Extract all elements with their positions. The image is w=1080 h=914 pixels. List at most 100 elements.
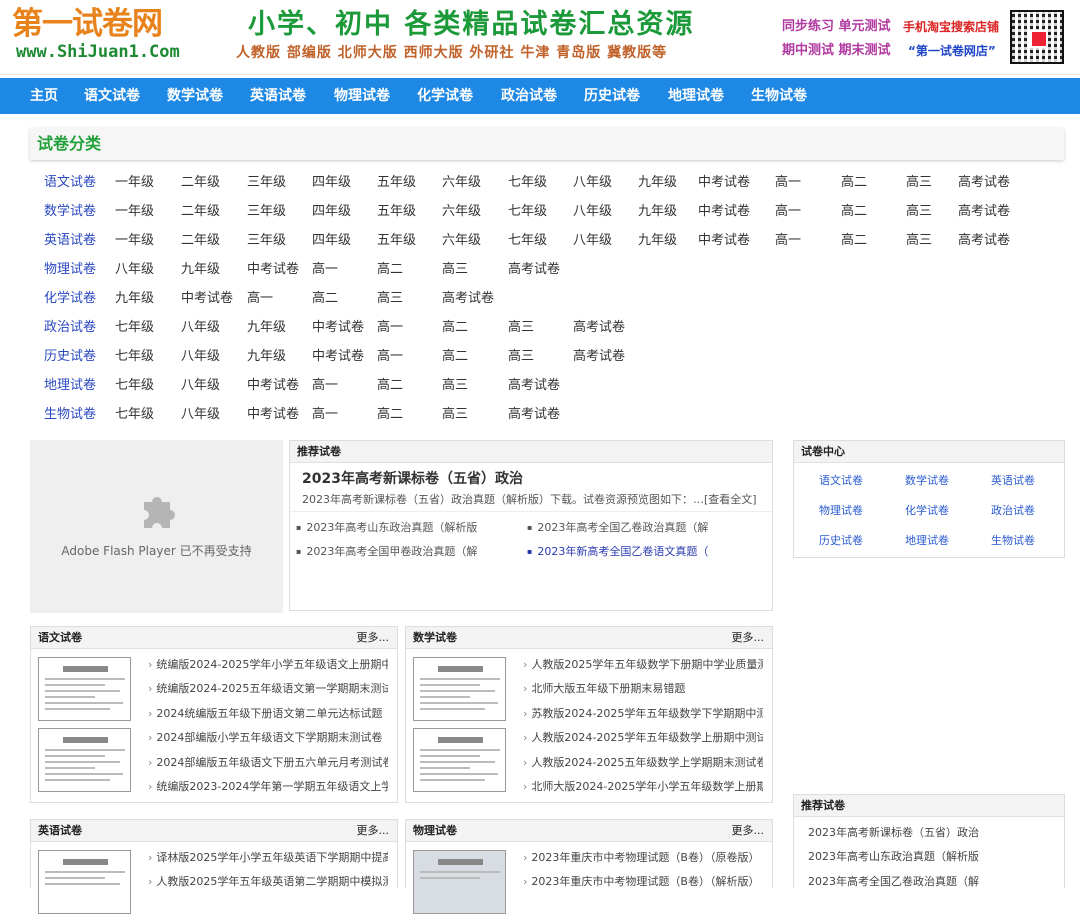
category-grade-link[interactable]: 高二 [442, 347, 468, 367]
category-grade-link[interactable]: 六年级 [442, 231, 481, 251]
category-grade-link[interactable]: 七年级 [115, 376, 154, 396]
category-grade-link[interactable]: 三年级 [247, 231, 286, 251]
category-grade-link[interactable]: 二年级 [181, 231, 220, 251]
category-grade-link[interactable]: 高三 [906, 202, 932, 222]
category-grade-link[interactable]: 高三 [906, 231, 932, 251]
side-recommended-link[interactable]: 2023年高考山东政治真题（解析版 [808, 849, 979, 865]
category-grade-link[interactable]: 七年级 [115, 347, 154, 367]
exam-thumbnail[interactable] [38, 657, 131, 721]
recommended-link[interactable]: 2023年新高考全国乙卷语文真题（ [527, 544, 708, 560]
category-grade-link[interactable]: 高一 [775, 231, 801, 251]
category-grade-link[interactable]: 高一 [377, 318, 403, 338]
exam-link[interactable]: 北师大版五年级下册期末易错题 [523, 681, 763, 697]
category-subject-link[interactable]: 地理试卷 [44, 376, 96, 396]
category-grade-link[interactable]: 五年级 [377, 173, 416, 193]
center-link[interactable]: 语文试卷 [819, 473, 863, 489]
category-grade-link[interactable]: 二年级 [181, 202, 220, 222]
category-grade-link[interactable]: 中考试卷 [698, 202, 750, 222]
exam-link[interactable]: 北师大版2024-2025学年小学五年级数学上册期 [523, 779, 763, 795]
exam-link[interactable]: 人教版2024-2025五年级数学上学期期末测试卷 [523, 755, 763, 771]
category-grade-link[interactable]: 中考试卷 [312, 347, 364, 367]
exam-link[interactable]: 译林版2025学年小学五年级英语下学期期中提高 [148, 850, 388, 866]
category-grade-link[interactable]: 中考试卷 [181, 289, 233, 309]
category-grade-link[interactable]: 高一 [775, 173, 801, 193]
recommended-headline[interactable]: 2023年高考新课标卷（五省）政治 [302, 469, 523, 489]
nav-english[interactable]: 英语试卷 [250, 78, 306, 114]
category-grade-link[interactable]: 中考试卷 [312, 318, 364, 338]
category-grade-link[interactable]: 九年级 [638, 173, 677, 193]
category-grade-link[interactable]: 八年级 [181, 376, 220, 396]
center-link[interactable]: 数学试卷 [905, 473, 949, 489]
category-subject-link[interactable]: 政治试卷 [44, 318, 96, 338]
category-grade-link[interactable]: 高考试卷 [573, 347, 625, 367]
category-grade-link[interactable]: 四年级 [312, 173, 351, 193]
exam-link[interactable]: 人教版2024-2025学年五年级数学上册期中测试 [523, 730, 763, 746]
category-grade-link[interactable]: 二年级 [181, 173, 220, 193]
category-grade-link[interactable]: 高考试卷 [958, 202, 1010, 222]
site-logo-url[interactable]: www.ShiJuan1.Com [16, 42, 180, 62]
exam-link[interactable]: 2024部编版五年级语文下册五六单元月考测试卷 [148, 755, 388, 771]
exam-link[interactable]: 2024部编版小学五年级语文下学期期末测试卷 [148, 730, 388, 746]
recommended-link[interactable]: 2023年高考全国乙卷政治真题（解 [527, 520, 708, 536]
exam-link[interactable]: 2023年重庆市中考物理试题（B卷）（原卷版） [523, 850, 763, 866]
category-grade-link[interactable]: 中考试卷 [247, 405, 299, 425]
center-link[interactable]: 地理试卷 [905, 533, 949, 549]
category-grade-link[interactable]: 高考试卷 [508, 405, 560, 425]
category-grade-link[interactable]: 中考试卷 [698, 231, 750, 251]
recommended-link[interactable]: 2023年高考全国甲卷政治真题（解 [296, 544, 477, 560]
exam-thumbnail[interactable] [38, 728, 131, 792]
category-subject-link[interactable]: 数学试卷 [44, 202, 96, 222]
category-grade-link[interactable]: 高考试卷 [508, 260, 560, 280]
category-grade-link[interactable]: 八年级 [573, 173, 612, 193]
category-grade-link[interactable]: 高一 [312, 405, 338, 425]
recommended-link[interactable]: 2023年高考山东政治真题（解析版 [296, 520, 477, 536]
center-link[interactable]: 政治试卷 [991, 503, 1035, 519]
exam-thumbnail[interactable] [413, 850, 506, 914]
category-grade-link[interactable]: 高二 [377, 376, 403, 396]
nav-home[interactable]: 主页 [30, 78, 58, 114]
category-grade-link[interactable]: 高一 [775, 202, 801, 222]
category-grade-link[interactable]: 七年级 [115, 405, 154, 425]
category-grade-link[interactable]: 中考试卷 [247, 260, 299, 280]
category-grade-link[interactable]: 高二 [442, 318, 468, 338]
category-subject-link[interactable]: 生物试卷 [44, 405, 96, 425]
category-grade-link[interactable]: 四年级 [312, 202, 351, 222]
category-grade-link[interactable]: 七年级 [508, 202, 547, 222]
exam-thumbnail[interactable] [413, 657, 506, 721]
nav-politics[interactable]: 政治试卷 [501, 78, 557, 114]
exam-link[interactable]: 人教版2025学年五年级数学下册期中学业质量测 [523, 657, 763, 673]
more-link[interactable]: 更多... [357, 823, 390, 839]
category-grade-link[interactable]: 高一 [377, 347, 403, 367]
category-grade-link[interactable]: 高二 [312, 289, 338, 309]
category-grade-link[interactable]: 三年级 [247, 173, 286, 193]
category-grade-link[interactable]: 七年级 [115, 318, 154, 338]
center-link[interactable]: 物理试卷 [819, 503, 863, 519]
category-grade-link[interactable]: 九年级 [638, 202, 677, 222]
nav-math[interactable]: 数学试卷 [167, 78, 223, 114]
recommended-summary[interactable]: 2023年高考新课标卷（五省）政治真题（解析版）下载。试卷资源预览图如下：…[查… [302, 492, 757, 508]
category-grade-link[interactable]: 九年级 [181, 260, 220, 280]
category-grade-link[interactable]: 八年级 [181, 347, 220, 367]
category-grade-link[interactable]: 高考试卷 [958, 231, 1010, 251]
category-grade-link[interactable]: 高三 [508, 347, 534, 367]
category-grade-link[interactable]: 高二 [841, 231, 867, 251]
nav-physics[interactable]: 物理试卷 [334, 78, 390, 114]
category-subject-link[interactable]: 物理试卷 [44, 260, 96, 280]
category-grade-link[interactable]: 八年级 [181, 318, 220, 338]
category-grade-link[interactable]: 八年级 [573, 231, 612, 251]
more-link[interactable]: 更多... [732, 823, 765, 839]
more-link[interactable]: 更多... [357, 630, 390, 646]
category-grade-link[interactable]: 高一 [312, 376, 338, 396]
category-grade-link[interactable]: 九年级 [247, 318, 286, 338]
exam-link[interactable]: 统编版2024-2025五年级语文第一学期期末测试 [148, 681, 388, 697]
category-grade-link[interactable]: 高考试卷 [573, 318, 625, 338]
category-grade-link[interactable]: 高三 [508, 318, 534, 338]
nav-history[interactable]: 历史试卷 [584, 78, 640, 114]
exam-link[interactable]: 统编版2024-2025学年小学五年级语文上册期中 [148, 657, 388, 673]
category-grade-link[interactable]: 中考试卷 [247, 376, 299, 396]
category-grade-link[interactable]: 高三 [442, 405, 468, 425]
category-grade-link[interactable]: 高三 [442, 260, 468, 280]
category-grade-link[interactable]: 一年级 [115, 202, 154, 222]
site-logo[interactable]: 第一试卷网 [12, 6, 163, 42]
more-link[interactable]: 更多... [732, 630, 765, 646]
